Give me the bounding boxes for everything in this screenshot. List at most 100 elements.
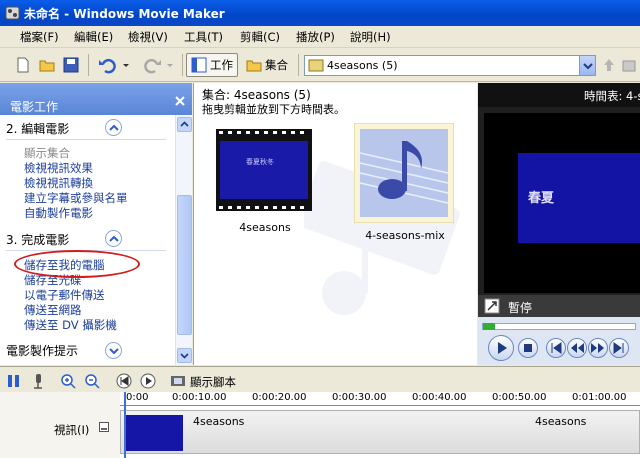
link-send-web[interactable]: 傳送至網路 [24,302,82,318]
undo-icon[interactable] [98,56,116,74]
redo-icon[interactable] [144,56,162,74]
open-folder-icon[interactable] [38,56,56,74]
link-view-effects[interactable]: 檢視視訊效果 [24,160,93,176]
clip-name: 4seasons [239,221,291,234]
narrate-microphone-icon[interactable] [30,373,46,389]
link-automovie[interactable]: 自動製作電影 [24,205,93,221]
title-bar: 未命名 - Windows Movie Maker [0,0,640,26]
show-storyboard-button[interactable]: 顯示腳本 [190,374,236,390]
link-send-email[interactable]: 以電子郵件傳送 [24,287,105,303]
close-icon[interactable] [174,95,186,107]
chevron-down-icon [180,353,189,359]
toolbar-separator [298,54,299,76]
dropdown-arrow[interactable] [579,56,595,75]
split-screen-icon[interactable] [484,298,500,314]
film-strip-icon [171,376,185,386]
storyboard-icon[interactable] [6,373,22,389]
rewind-button[interactable] [567,338,587,358]
collection-icon [308,59,324,72]
rewind-timeline-icon[interactable] [116,373,132,389]
menu-view[interactable]: 檢視(V) [128,29,168,45]
audio-clip-thumbnail [354,123,454,223]
new-project-icon[interactable] [14,56,32,74]
new-collection-icon[interactable] [620,56,638,74]
expand-track-toggle[interactable] [99,422,109,432]
collapse-edit-button[interactable] [105,119,122,136]
zoom-in-icon[interactable] [60,373,76,389]
section-movie-tips[interactable]: 電影製作提示 [6,342,78,359]
chevron-up-icon [109,235,119,242]
track-header: 視訊(I) [0,392,120,458]
timeline-clip-name: 4seasons [535,415,587,428]
section-edit-movie[interactable]: 2. 編輯電影 [6,120,69,137]
stop-button[interactable] [518,338,538,358]
ruler-tick: 0:00:40.00 [412,392,467,403]
task-pane-scrollbar[interactable] [175,115,192,365]
collection-dropdown[interactable]: 4seasons (5) [304,55,596,76]
menu-file[interactable]: 檔案(F) [20,29,59,45]
timeline-area: 視訊(I) 0:00 0:00:10.00 0:00:20.00 0:00:30… [0,392,640,458]
tasks-button[interactable]: 工作 [186,53,238,77]
ruler-tick: 0:00:10.00 [172,392,227,403]
seek-knob[interactable] [483,323,495,330]
menu-edit[interactable]: 編輯(E) [74,29,113,45]
window-title: 未命名 - Windows Movie Maker [24,7,225,21]
time-ruler[interactable]: 0:00 0:00:10.00 0:00:20.00 0:00:30.00 0:… [120,392,640,406]
link-make-titles[interactable]: 建立字幕或參與名單 [24,190,128,206]
tasks-button-label: 工作 [210,58,233,72]
collections-button[interactable]: 集合 [242,53,292,77]
collections-button-label: 集合 [265,58,288,72]
monitor-status-bar: 暫停 [478,295,640,317]
chevron-down-icon [109,348,119,355]
task-pane-title: 電影工作 [10,100,59,114]
tasks-pane-icon [191,57,207,73]
chevron-down-icon [583,63,593,70]
preview-monitor: 時間表: 4-s 春夏 暫停 [478,83,640,365]
scroll-up-button[interactable] [177,117,192,132]
previous-button[interactable] [546,338,566,358]
scroll-down-button[interactable] [177,348,192,363]
menu-play[interactable]: 播放(P) [296,29,335,45]
monitor-screen: 春夏 [484,113,640,293]
save-icon[interactable] [62,56,80,74]
menu-clip[interactable]: 剪輯(C) [240,29,280,45]
link-show-collections[interactable]: 顯示集合 [24,145,70,161]
menu-tools[interactable]: 工具(T) [184,29,223,45]
video-track[interactable]: 4seasons 4seasons [120,410,640,454]
task-pane-header: 電影工作 [0,83,192,115]
undo-dropdown-icon[interactable] [122,56,130,74]
menu-bar: 檔案(F) 編輯(E) 檢視(V) 工具(T) 剪輯(C) 播放(P) 說明(H… [0,26,640,48]
play-button[interactable] [488,335,514,361]
up-level-icon[interactable] [600,56,618,74]
redo-dropdown-icon[interactable] [166,56,174,74]
monitor-title: 時間表: 4-s [584,89,640,103]
ruler-tick: 0:00:20.00 [252,392,307,403]
video-track-label: 視訊(I) [54,423,90,437]
section-finish-movie[interactable]: 3. 完成電影 [6,231,69,248]
expand-tips-button[interactable] [105,342,122,359]
menu-help[interactable]: 說明(H) [350,29,391,45]
play-timeline-icon[interactable] [140,373,156,389]
forward-button[interactable] [588,338,608,358]
seek-bar[interactable] [482,323,636,330]
scroll-thumb[interactable] [177,195,192,335]
playhead[interactable] [124,392,126,458]
collection-pane: 集合: 4seasons (5) 拖曳剪輯並放到下方時間表。 春夏秋冬 4sea… [193,83,477,365]
collapse-finish-button[interactable] [105,230,122,247]
annotation-highlight-circle [14,250,140,278]
section-divider [6,139,166,140]
rewind-icon [571,343,584,353]
monitor-video-text: 春夏 [528,191,555,206]
playback-controls [478,317,640,365]
next-button[interactable] [609,338,629,358]
play-icon [498,342,507,354]
timeline-clip-thumbnail [125,415,183,451]
collections-folder-icon [246,60,262,72]
video-clip-thumbnail [216,129,312,211]
link-send-dv-camera[interactable]: 傳送至 DV 攝影機 [24,317,117,333]
zoom-out-icon[interactable] [84,373,100,389]
link-view-transitions[interactable]: 檢視視訊轉換 [24,175,93,191]
movie-maker-icon [5,6,20,20]
minus-icon [101,428,107,430]
collection-hint: 拖曳剪輯並放到下方時間表。 [202,103,345,116]
